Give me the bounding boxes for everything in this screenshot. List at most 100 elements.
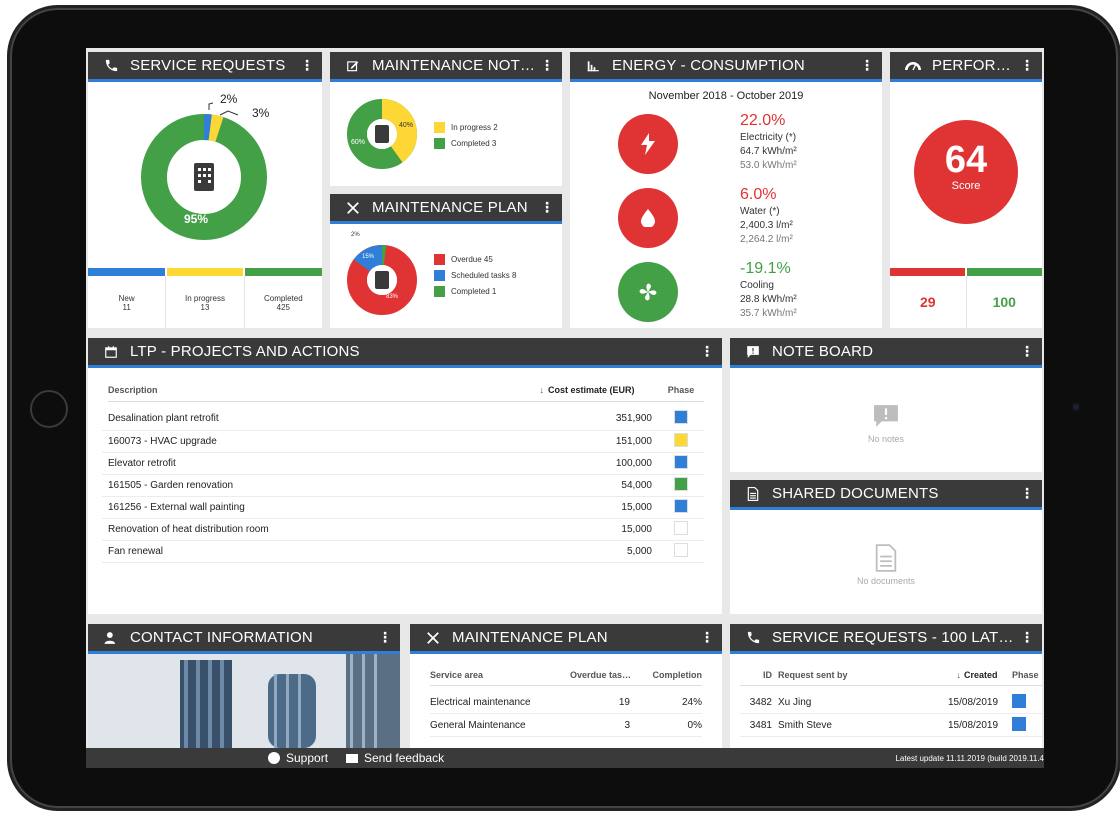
sort-down-icon[interactable]: ↓ bbox=[957, 670, 962, 680]
support-link[interactable]: Support bbox=[268, 751, 328, 765]
energy-pct: -19.1% bbox=[740, 260, 791, 277]
stat-completed[interactable]: Completed 425 bbox=[245, 276, 322, 328]
more-menu-icon[interactable]: ⋮ bbox=[300, 57, 314, 74]
feedback-link[interactable]: Send feedback bbox=[346, 751, 444, 765]
pct-red-label: 83% bbox=[386, 294, 399, 300]
more-menu-icon[interactable]: ⋮ bbox=[860, 57, 874, 74]
table-row[interactable]: 161505 - Garden renovation 54,000 bbox=[102, 474, 704, 496]
more-menu-icon[interactable]: ⋮ bbox=[378, 629, 392, 646]
row-completion: 24% bbox=[681, 697, 702, 708]
table-row[interactable]: Renovation of heat distribution room 15,0… bbox=[102, 518, 704, 540]
col-id[interactable]: ID bbox=[740, 670, 778, 680]
card-title: PERFOR… bbox=[932, 57, 1011, 74]
empty-documents-icon bbox=[874, 544, 898, 577]
pct-green-label: 60% bbox=[351, 139, 366, 146]
more-menu-icon[interactable]: ⋮ bbox=[700, 629, 714, 646]
calendar-icon bbox=[102, 343, 120, 361]
card-header: PERFOR… ⋮ bbox=[890, 52, 1042, 82]
more-menu-icon[interactable]: ⋮ bbox=[540, 57, 554, 74]
table-row[interactable]: 3481 Smith Steve 15/08/2019 bbox=[740, 715, 1042, 737]
table-row[interactable]: General Maintenance 3 0% bbox=[430, 715, 702, 737]
stat-new[interactable]: New 11 bbox=[88, 276, 167, 328]
col-area[interactable]: Service area bbox=[430, 670, 570, 680]
legend-item[interactable]: Overdue 45 bbox=[434, 254, 516, 265]
completed-bar bbox=[245, 268, 322, 276]
phase-indicator bbox=[1012, 694, 1042, 711]
maintenance-table-header: Service area Overdue tas… Completion bbox=[430, 664, 702, 686]
service-requests-donut bbox=[141, 102, 267, 240]
blue-swatch bbox=[434, 270, 445, 281]
table-row[interactable]: Fan renewal 5,000 bbox=[102, 540, 704, 562]
more-menu-icon[interactable]: ⋮ bbox=[1020, 485, 1034, 502]
col-phase[interactable]: Phase bbox=[658, 385, 704, 395]
energy-row-water[interactable]: 6.0% Water (*) 2,400.3 l/m² 2,264.2 l/m² bbox=[570, 184, 882, 258]
col-sent-by[interactable]: Request sent by bbox=[778, 670, 957, 680]
legend-item[interactable]: Scheduled tasks 8 bbox=[434, 270, 516, 281]
score-value: 64 bbox=[944, 139, 988, 181]
row-overdue: 19 bbox=[618, 697, 630, 708]
ltp-projects-card: LTP - PROJECTS AND ACTIONS ⋮ Description… bbox=[88, 338, 722, 614]
pct-blue-label: 2% bbox=[220, 92, 238, 106]
col-overdue[interactable]: Overdue tas… bbox=[570, 670, 646, 680]
card-title: MAINTENANCE PLAN bbox=[452, 629, 608, 646]
stat-value: 13 bbox=[200, 303, 210, 312]
home-button[interactable] bbox=[30, 390, 68, 428]
energy-previous: 35.7 kWh/m² bbox=[740, 308, 797, 319]
maintenance-plan-donut bbox=[347, 245, 417, 315]
table-row[interactable]: 160073 - HVAC upgrade 151,000 bbox=[102, 430, 704, 452]
row-completion: 0% bbox=[687, 720, 702, 731]
more-menu-icon[interactable]: ⋮ bbox=[540, 199, 554, 216]
stat-red[interactable]: 29 bbox=[890, 276, 967, 328]
legend-item[interactable]: Completed 1 bbox=[434, 286, 516, 297]
pct-green-label: 2% bbox=[351, 232, 360, 238]
red-bar bbox=[890, 268, 965, 276]
table-row[interactable]: Desalination plant retrofit 351,900 bbox=[102, 408, 704, 430]
red-swatch bbox=[434, 254, 445, 265]
col-completion[interactable]: Completion bbox=[646, 670, 703, 680]
pct-yellow-label: 3% bbox=[252, 106, 270, 120]
maintenance-notices-card: MAINTENANCE NOT… ⋮ 40% 60% In progress 2… bbox=[330, 52, 562, 186]
chat-icon bbox=[268, 752, 280, 764]
table-row[interactable]: Elevator retrofit 100,000 bbox=[102, 452, 704, 474]
col-created[interactable]: Created bbox=[964, 670, 1012, 680]
more-menu-icon[interactable]: ⋮ bbox=[1020, 57, 1034, 74]
legend-count: 1 bbox=[491, 287, 497, 296]
more-menu-icon[interactable]: ⋮ bbox=[700, 343, 714, 360]
legend-count: 8 bbox=[511, 271, 517, 280]
more-menu-icon[interactable]: ⋮ bbox=[1020, 343, 1034, 360]
more-menu-icon[interactable]: ⋮ bbox=[1020, 629, 1034, 646]
pct-yellow-label: 40% bbox=[399, 122, 414, 129]
phase-indicator bbox=[658, 496, 704, 518]
energy-pct: 22.0% bbox=[740, 112, 786, 129]
score-circle[interactable]: 64 Score bbox=[914, 120, 1018, 224]
card-header: SERVICE REQUESTS - 100 LAT… ⋮ bbox=[730, 624, 1042, 654]
energy-row-cooling[interactable]: -19.1% Cooling 28.8 kWh/m² 35.7 kWh/m² bbox=[570, 258, 882, 328]
maintenance-plan-chart-card: MAINTENANCE PLAN ⋮ 2% 15% 83% Overdue 45… bbox=[330, 194, 562, 328]
stat-label: Completed bbox=[263, 294, 303, 303]
col-description[interactable]: Description bbox=[108, 385, 540, 395]
camera bbox=[1071, 402, 1081, 412]
col-phase[interactable]: Phase bbox=[1012, 670, 1042, 680]
legend-item[interactable]: Completed 3 bbox=[434, 138, 498, 149]
row-description: 161256 - External wall painting bbox=[108, 501, 245, 513]
stat-green[interactable]: 100 bbox=[967, 276, 1043, 328]
maintenance-plan-table-card: MAINTENANCE PLAN ⋮ Service area Overdue … bbox=[410, 624, 722, 748]
building-photo bbox=[88, 654, 400, 748]
feedback-label: Send feedback bbox=[364, 751, 445, 765]
phase-indicator bbox=[1012, 717, 1042, 734]
document-icon bbox=[744, 485, 762, 503]
table-row[interactable]: Electrical maintenance 19 24% bbox=[430, 692, 702, 714]
green-bar bbox=[967, 268, 1042, 276]
table-row[interactable]: 161256 - External wall painting 15,000 bbox=[102, 496, 704, 518]
energy-name: Electricity (*) bbox=[740, 132, 797, 143]
table-row[interactable]: 3482 Xu Jing 15/08/2019 bbox=[740, 692, 1042, 714]
sort-down-icon[interactable]: ↓ bbox=[540, 385, 545, 395]
card-title: SERVICE REQUESTS bbox=[130, 57, 286, 74]
col-cost[interactable]: Cost estimate (EUR) bbox=[548, 385, 658, 395]
energy-row-electricity[interactable]: 22.0% Electricity (*) 64.7 kWh/m² 53.0 k… bbox=[570, 110, 882, 184]
legend: In progress 2 Completed 3 bbox=[434, 122, 498, 154]
legend-item[interactable]: In progress 2 bbox=[434, 122, 498, 133]
legend-count: 3 bbox=[491, 139, 497, 148]
legend-label: Completed bbox=[451, 287, 490, 296]
stat-in-progress[interactable]: In progress 13 bbox=[166, 276, 245, 328]
